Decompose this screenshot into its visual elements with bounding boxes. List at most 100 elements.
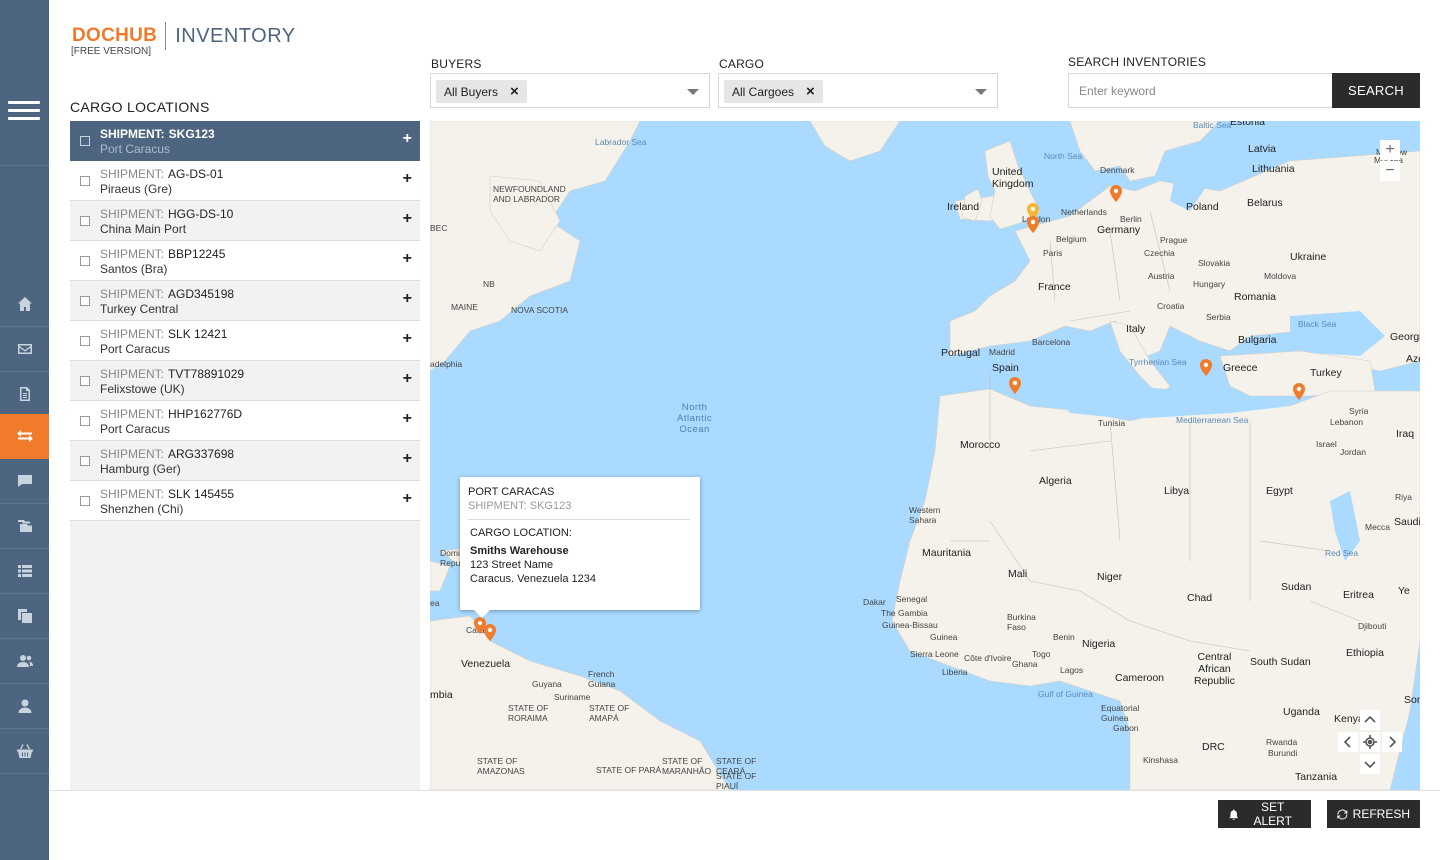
buyers-select[interactable]: All Buyers × (430, 73, 710, 108)
list-item[interactable]: SHIPMENT: HHP162776D Port Caracus + (70, 401, 420, 441)
row-checkbox[interactable] (80, 376, 90, 386)
refresh-button[interactable]: REFRESH (1327, 800, 1420, 828)
search-input[interactable] (1068, 73, 1333, 108)
map-label-venezuela: Venezuela (461, 658, 511, 670)
row-checkbox[interactable] (80, 136, 90, 146)
sidebar-item-mail[interactable] (0, 327, 49, 372)
expand-row-button[interactable]: + (403, 131, 412, 147)
list-item[interactable]: SHIPMENT: SLK 145455 Shenzhen (Chi) + (70, 481, 420, 521)
bell-icon (1229, 808, 1239, 820)
map-pin-icon[interactable] (1200, 359, 1212, 376)
list-item[interactable]: SHIPMENT: ARG337698 Hamburg (Ger) + (70, 441, 420, 481)
shipment-port: Shenzhen (Chi) (100, 502, 184, 516)
locate-icon (1363, 735, 1377, 749)
shipment-line: SHIPMENT: HHP162776D (100, 407, 242, 421)
map-base (430, 121, 1420, 790)
map-label-paris: Paris (1043, 248, 1063, 258)
map-label-austria: Austria (1148, 271, 1175, 281)
shipment-line: SHIPMENT: AG-DS-01 (100, 167, 223, 181)
row-checkbox[interactable] (80, 296, 90, 306)
map-label-belgium: Belgium (1056, 234, 1087, 244)
shipment-key: SHIPMENT: (100, 247, 165, 261)
chevron-down-icon[interactable] (687, 89, 699, 95)
sidebar-item-documents[interactable] (0, 372, 49, 417)
row-checkbox[interactable] (80, 496, 90, 506)
pan-down-button[interactable] (1360, 754, 1380, 774)
pan-up-button[interactable] (1360, 710, 1380, 730)
shipment-port: Port Caracus (100, 142, 171, 156)
list-item[interactable]: SHIPMENT: BBP12245 Santos (Bra) + (70, 241, 420, 281)
expand-row-button[interactable]: + (403, 491, 412, 507)
list-item[interactable]: SHIPMENT: AGD345198 Turkey Central + (70, 281, 420, 321)
map-label-dakar: Dakar (863, 597, 886, 607)
row-checkbox[interactable] (80, 456, 90, 466)
sidebar-item-transfers[interactable] (0, 414, 49, 459)
zoom-out-button[interactable]: − (1380, 161, 1400, 181)
map-label-berlin: Berlin (1120, 214, 1142, 224)
row-checkbox[interactable] (80, 416, 90, 426)
list-item[interactable]: SHIPMENT: HGG-DS-10 China Main Port + (70, 201, 420, 241)
shipment-port: Turkey Central (100, 302, 179, 316)
sidebar-item-copies[interactable] (0, 594, 49, 639)
sidebar-item-list[interactable] (0, 549, 49, 594)
recenter-button[interactable] (1360, 732, 1380, 752)
map-label-maine: MAINE (451, 302, 478, 312)
shipment-port: China Main Port (100, 222, 187, 236)
expand-row-button[interactable]: + (403, 331, 412, 347)
map-label-newfoundland: NEWFOUNDLAND AND LABRADOR (493, 184, 566, 204)
map-label-rwanda: Rwanda (1266, 737, 1298, 747)
sidebar-item-basket[interactable] (0, 729, 49, 774)
map-pin-icon[interactable] (1293, 383, 1305, 400)
map-label-ye: Ye (1398, 585, 1410, 597)
zoom-in-button[interactable]: + (1380, 140, 1400, 160)
shipment-key: SHIPMENT: (100, 487, 165, 501)
search-button[interactable]: SEARCH (1332, 73, 1420, 108)
cargo-select[interactable]: All Cargoes × (718, 73, 998, 108)
row-checkbox[interactable] (80, 176, 90, 186)
pan-right-button[interactable] (1382, 732, 1402, 752)
list-item[interactable]: SHIPMENT: SLK 12421 Port Caracus + (70, 321, 420, 361)
sidebar-item-messages[interactable] (0, 459, 49, 504)
menu-toggle-button[interactable] (0, 0, 49, 166)
chevron-left-icon (1343, 736, 1351, 748)
expand-row-button[interactable]: + (403, 451, 412, 467)
map-pin-icon[interactable] (1110, 185, 1122, 202)
pan-left-button[interactable] (1338, 732, 1358, 752)
map[interactable]: Labrador Sea Baltic Sea North Sea Estonia La… (430, 121, 1420, 790)
set-alert-button[interactable]: SET ALERT (1218, 800, 1311, 828)
refresh-label: REFRESH (1352, 807, 1410, 821)
expand-row-button[interactable]: + (403, 371, 412, 387)
map-label-lagos: Lagos (1060, 665, 1084, 675)
shipment-key: SHIPMENT: (100, 407, 165, 421)
expand-row-button[interactable]: + (403, 251, 412, 267)
shipment-line: SHIPMENT: SKG123 (100, 127, 215, 141)
expand-row-button[interactable]: + (403, 291, 412, 307)
shipment-id: SLK 12421 (168, 327, 228, 341)
expand-row-button[interactable]: + (403, 211, 412, 227)
transfer-icon (16, 430, 33, 442)
chevron-down-icon[interactable] (975, 89, 987, 95)
map-pin-icon[interactable] (1027, 216, 1039, 233)
chevron-up-icon (1364, 715, 1376, 723)
sidebar-item-home[interactable] (0, 282, 49, 327)
sidebar-item-profile[interactable] (0, 684, 49, 729)
row-checkbox[interactable] (80, 256, 90, 266)
popup-title: PORT CARACAS (468, 486, 555, 498)
map-label-madrid: Madrid (989, 347, 1015, 357)
row-checkbox[interactable] (80, 216, 90, 226)
map-label-morocco: Morocco (960, 439, 1001, 451)
expand-row-button[interactable]: + (403, 171, 412, 187)
remove-buyers-chip-button[interactable]: × (510, 84, 519, 99)
sidebar-item-files[interactable] (0, 504, 49, 549)
expand-row-button[interactable]: + (403, 411, 412, 427)
shipment-key: SHIPMENT: (100, 447, 165, 461)
list-item[interactable]: SHIPMENT: TVT78891029 Felixstowe (UK) + (70, 361, 420, 401)
list-item[interactable]: SHIPMENT: SKG123 Port Caracus + (70, 121, 420, 161)
map-pin-icon[interactable] (484, 624, 496, 641)
list-item[interactable]: SHIPMENT: AG-DS-01 Piraeus (Gre) + (70, 161, 420, 201)
shipment-port: Hamburg (Ger) (100, 462, 181, 476)
sidebar-item-users[interactable] (0, 639, 49, 684)
map-pin-icon[interactable] (1009, 377, 1021, 394)
row-checkbox[interactable] (80, 336, 90, 346)
remove-cargo-chip-button[interactable]: × (806, 84, 815, 99)
